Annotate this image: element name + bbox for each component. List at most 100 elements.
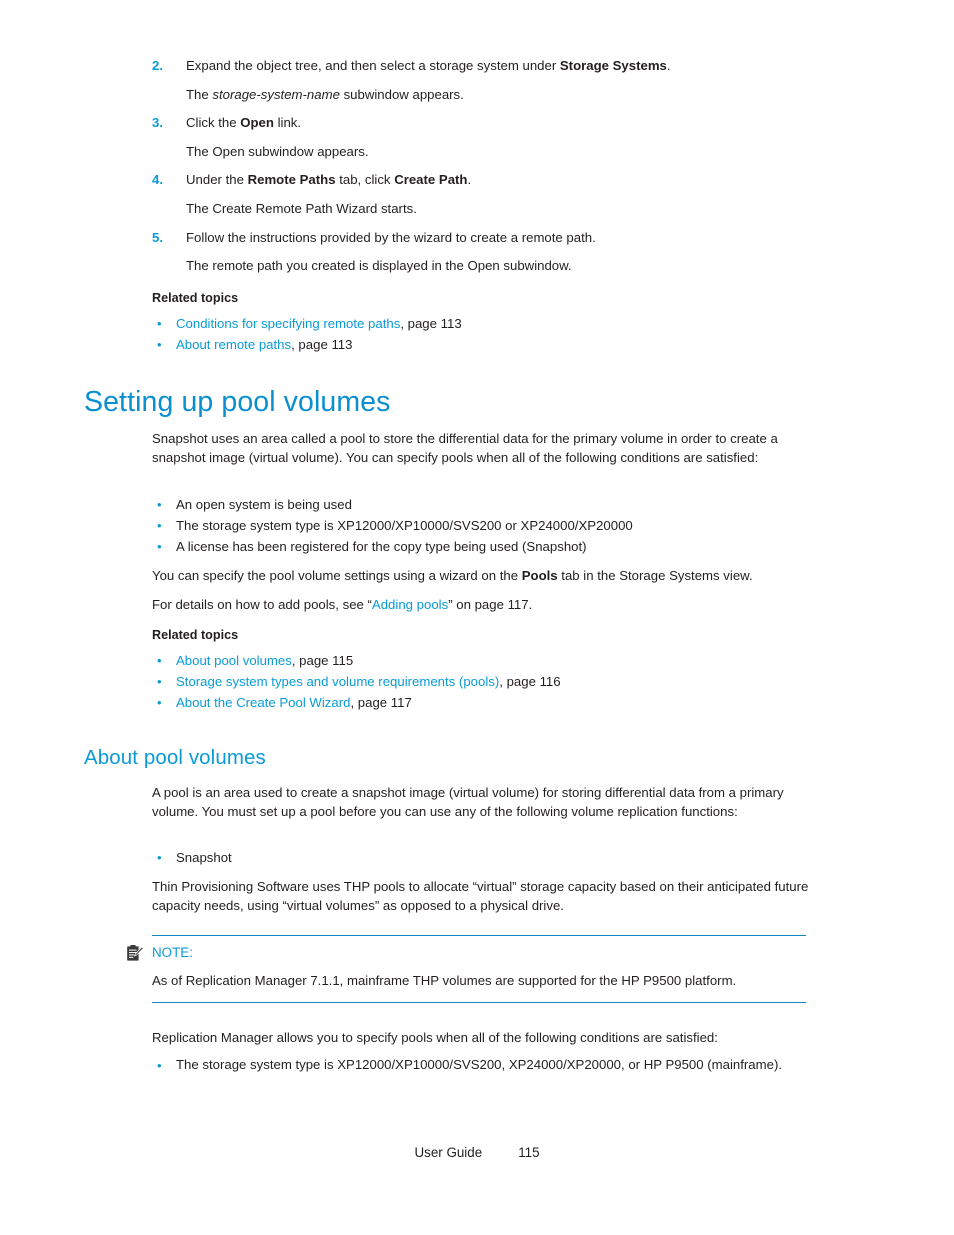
procedure-step: 5. Follow the instructions provided by t…	[152, 224, 842, 281]
step-number: 4.	[152, 172, 163, 188]
note-bottom-divider	[152, 1002, 806, 1004]
list-item-text: The storage system type is XP12000/XP100…	[176, 1057, 783, 1072]
cross-reference-link[interactable]: About remote paths	[176, 337, 291, 352]
related-topics-heading: Related topics	[152, 291, 239, 305]
volume-replication-functions-list: • Snapshot	[152, 847, 842, 868]
cross-reference-link[interactable]: About pool volumes	[176, 653, 292, 668]
cross-reference-link[interactable]: Conditions for specifying remote paths	[176, 316, 400, 331]
note-text: As of Replication Manager 7.1.1, mainfra…	[152, 973, 737, 988]
list-item: • Snapshot	[152, 847, 842, 868]
related-topics-block-1: Related topics • Conditions for specifyi…	[152, 289, 842, 355]
bullet-icon: •	[157, 539, 162, 554]
conditions-list: • An open system is being used • The sto…	[152, 494, 842, 557]
wizard-hint-paragraph: You can specify the pool volume settings…	[152, 566, 842, 585]
cross-reference-link[interactable]: Storage system types and volume requirem…	[176, 674, 499, 689]
list-item[interactable]: • About pool volumes, page 115	[152, 650, 842, 671]
step-content: Expand the object tree, and then select …	[186, 52, 842, 109]
list-item-text: Snapshot	[176, 850, 232, 865]
ui-label-open: Open	[240, 115, 274, 131]
list-item-text: Conditions for specifying remote paths, …	[176, 313, 842, 334]
page-reference: , page 115	[291, 653, 354, 668]
ui-label-create-path: Create Path	[394, 172, 468, 188]
page-title: Setting up pool volumes	[84, 386, 391, 418]
page-reference: , page 113	[400, 316, 462, 331]
step-instruction: Expand the object tree, and then select …	[186, 58, 671, 73]
reference-text-post: ” on page 117.	[448, 597, 533, 612]
bullet-icon: •	[157, 695, 162, 710]
bullet-icon: •	[157, 850, 162, 865]
bullet-icon: •	[157, 337, 162, 352]
closing-conditions-list: • The storage system type is XP12000/XP1…	[152, 1055, 842, 1076]
document-page: 2. Expand the object tree, and then sele…	[0, 0, 954, 1235]
step-result: The Open subwindow appears.	[186, 143, 369, 159]
related-topics-heading: Related topics	[152, 628, 239, 642]
step-instruction: Under the Remote Paths tab, click Create…	[186, 172, 472, 188]
step-result: The storage-system-name subwindow appear…	[186, 86, 464, 102]
footer-content: User Guide 115	[414, 1145, 539, 1160]
step-content: Click the Open link. The Open subwindow …	[186, 109, 842, 166]
note-header: NOTE:	[125, 936, 806, 964]
list-item: • A license has been registered for the …	[152, 536, 842, 557]
list-item: • The storage system type is XP12000/XP1…	[152, 515, 842, 536]
list-item-text: About pool volumes, page 115	[176, 650, 842, 671]
section-intro-paragraph: Snapshot uses an area called a pool to s…	[152, 431, 778, 466]
list-item-text: A license has been registered for the co…	[176, 539, 587, 554]
step-number: 5.	[152, 229, 163, 245]
procedure-step: 2. Expand the object tree, and then sele…	[152, 52, 842, 109]
closing-paragraph: Replication Manager allows you to specif…	[152, 1030, 718, 1045]
footer-page-number: 115	[518, 1145, 540, 1160]
procedure-step: 3. Click the Open link. The Open subwind…	[152, 109, 842, 166]
step-number: 3.	[152, 115, 163, 131]
note-clipboard-icon	[125, 944, 144, 963]
procedure-step: 4. Under the Remote Paths tab, click Cre…	[152, 166, 842, 223]
reference-text-pre: For details on how to add pools, see “	[152, 597, 372, 612]
note-callout: NOTE: As of Replication Manager 7.1.1, m…	[127, 935, 806, 1004]
list-item[interactable]: • About remote paths, page 113	[152, 334, 842, 355]
step-number: 2.	[152, 58, 163, 73]
step-content: Follow the instructions provided by the …	[186, 224, 842, 281]
list-item-text: An open system is being used	[176, 497, 352, 512]
step-result: The remote path you created is displayed…	[186, 258, 572, 274]
page-reference: , page 116	[499, 674, 561, 689]
ui-label-remote-paths: Remote Paths	[247, 172, 336, 188]
page-reference: , page 113	[291, 337, 353, 352]
bullet-icon: •	[157, 674, 162, 689]
step-instruction: Click the Open link.	[186, 115, 302, 131]
page-footer: User Guide 115	[0, 1144, 954, 1162]
list-item[interactable]: • Storage system types and volume requir…	[152, 671, 842, 692]
related-topics-block-2: Related topics • About pool volumes, pag…	[152, 626, 842, 713]
cross-reference-link[interactable]: Adding pools	[372, 597, 448, 612]
placeholder-storage-system-name: storage-system-name	[212, 86, 340, 102]
list-item[interactable]: • Conditions for specifying remote paths…	[152, 313, 842, 334]
section-heading-about-pool-volumes: About pool volumes	[84, 746, 266, 769]
numbered-procedure-list: 2. Expand the object tree, and then sele…	[152, 52, 842, 281]
bullet-icon: •	[157, 653, 162, 668]
related-topics-list: • About pool volumes, page 115 • Storage…	[152, 650, 842, 713]
bullet-icon: •	[157, 518, 162, 533]
bullet-icon: •	[157, 497, 162, 512]
list-item-text: Storage system types and volume requirem…	[176, 671, 842, 692]
step-instruction: Follow the instructions provided by the …	[186, 229, 596, 245]
list-item: • The storage system type is XP12000/XP1…	[152, 1055, 842, 1076]
ui-label-storage-systems: Storage Systems	[559, 58, 667, 73]
list-item: • An open system is being used	[152, 494, 842, 515]
list-item-text: The storage system type is XP12000/XP100…	[176, 518, 633, 533]
related-topics-list: • Conditions for specifying remote paths…	[152, 313, 842, 355]
page-reference: , page 117	[350, 695, 412, 710]
step-result: The Create Remote Path Wizard starts.	[186, 200, 417, 216]
note-label: NOTE:	[152, 944, 193, 960]
bullet-icon: •	[157, 1058, 162, 1073]
list-item-text: About remote paths, page 113	[176, 334, 842, 355]
ui-label-pools: Pools	[521, 568, 558, 583]
wizard-hint-text-pre: You can specify the pool volume settings…	[152, 568, 522, 583]
list-item-text: About the Create Pool Wizard, page 117	[176, 692, 842, 713]
about-pool-volumes-paragraph-1: A pool is an area used to create a snaps…	[152, 785, 784, 820]
wizard-hint-text-post: tab in the Storage Systems view.	[557, 568, 753, 583]
adding-pools-reference: For details on how to add pools, see “Ad…	[152, 595, 842, 614]
footer-document-title: User Guide	[414, 1145, 483, 1160]
about-pool-volumes-paragraph-2: Thin Provisioning Software uses THP pool…	[152, 879, 809, 914]
step-content: Under the Remote Paths tab, click Create…	[186, 166, 842, 223]
bullet-icon: •	[157, 316, 162, 331]
list-item[interactable]: • About the Create Pool Wizard, page 117	[152, 692, 842, 713]
cross-reference-link[interactable]: About the Create Pool Wizard	[176, 695, 350, 710]
